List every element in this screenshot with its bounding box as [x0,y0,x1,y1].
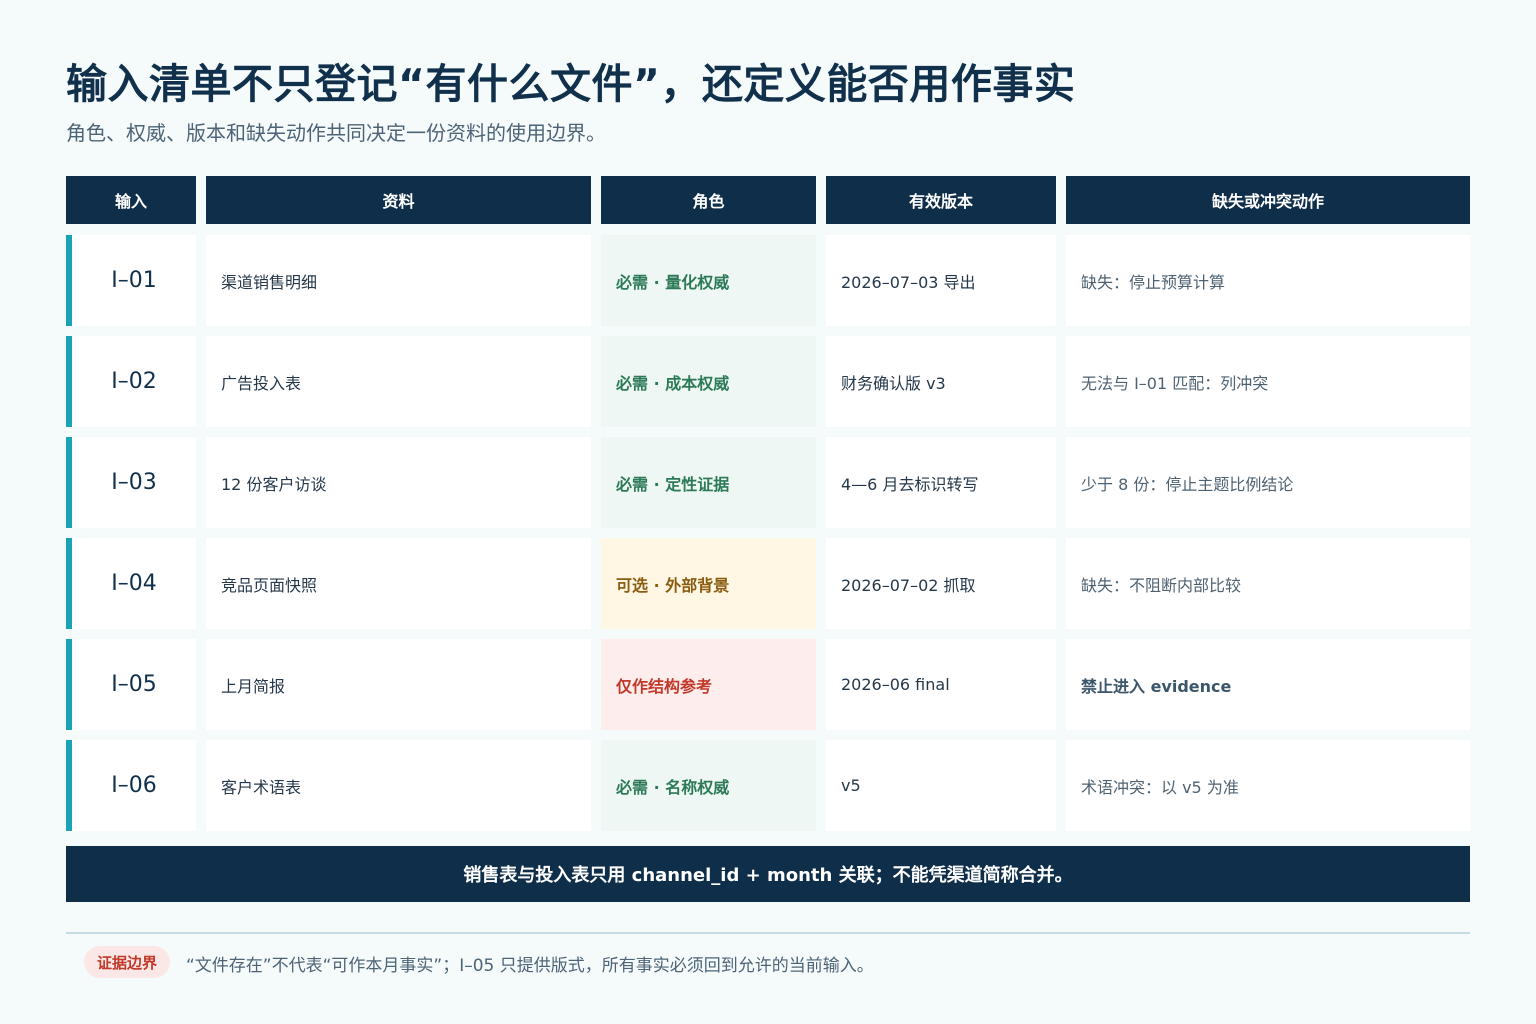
table-cell-material-name: 客户术语表 [206,740,591,831]
table-cell-missing-or-conflict-action: 少于 8 份：停止主题比例结论 [1066,437,1470,528]
table-cell-valid-version: 2026–07–02 抓取 [826,538,1056,629]
table-cell-material-name: 12 份客户访谈 [206,437,591,528]
table-cell-input-id: I–06 [66,740,196,831]
table-cell-valid-version: 4—6 月去标识转写 [826,437,1056,528]
table-cell-valid-version: v5 [826,740,1056,831]
table-cell-role-tag: 仅作结构参考 [601,639,816,730]
table-cell-role-tag: 必需 · 定性证据 [601,437,816,528]
table-cell-input-id: I–03 [66,437,196,528]
table-cell-valid-version: 财务确认版 v3 [826,336,1056,427]
table-cell-input-id: I–01 [66,235,196,326]
table-cell-input-id: I–05 [66,639,196,730]
evidence-boundary-note: “文件存在”不代表“可作本月事实”；I–05 只提供版式，所有事实必须回到允许的… [186,956,874,976]
table-cell-role-tag: 可选 · 外部背景 [601,538,816,629]
table-cell-role-tag: 必需 · 名称权威 [601,740,816,831]
table-cell-valid-version: 2026–06 final [826,639,1056,730]
column-header-action: 缺失或冲突动作 [1066,176,1470,224]
table-cell-role-tag: 必需 · 量化权威 [601,235,816,326]
table-cell-missing-or-conflict-action: 无法与 I–01 匹配：列冲突 [1066,336,1470,427]
table-cell-input-id: I–04 [66,538,196,629]
input-inventory-table: 输入 资料 角色 有效版本 缺失或冲突动作 I–01 渠道销售明细 必需 · 量化权… [66,176,1470,831]
column-header-input: 输入 [66,176,196,224]
join-rule-banner: 销售表与投入表只用 channel_id + month 关联；不能凭渠道简称合… [66,846,1470,902]
column-header-material: 资料 [206,176,591,224]
footer-divider [66,932,1470,934]
page-subtitle: 角色、权威、版本和缺失动作共同决定一份资料的使用边界。 [66,121,606,145]
table-cell-missing-or-conflict-action: 缺失：不阻断内部比较 [1066,538,1470,629]
table-cell-material-name: 渠道销售明细 [206,235,591,326]
page-title: 输入清单不只登记“有什么文件”，还定义能否用作事实 [66,60,1076,108]
table-cell-role-tag: 必需 · 成本权威 [601,336,816,427]
table-cell-material-name: 竞品页面快照 [206,538,591,629]
table-cell-missing-or-conflict-action: 缺失：停止预算计算 [1066,235,1470,326]
table-cell-material-name: 上月简报 [206,639,591,730]
column-header-version: 有效版本 [826,176,1056,224]
table-cell-material-name: 广告投入表 [206,336,591,427]
table-cell-input-id: I–02 [66,336,196,427]
column-header-role: 角色 [601,176,816,224]
table-cell-missing-or-conflict-action: 禁止进入 evidence [1066,639,1470,730]
table-cell-missing-or-conflict-action: 术语冲突：以 v5 为准 [1066,740,1470,831]
table-cell-valid-version: 2026–07–03 导出 [826,235,1056,326]
evidence-boundary-badge: 证据边界 [84,946,171,978]
